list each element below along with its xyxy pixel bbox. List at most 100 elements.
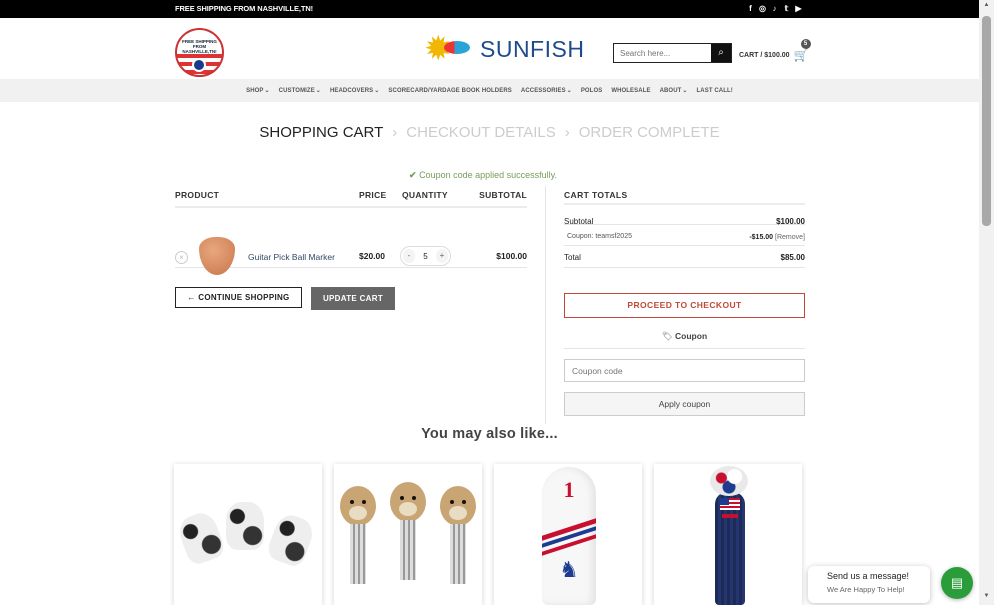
- free-shipping-badge-logo[interactable]: FREE SHIPPING FROM NASHVILLE,TN!: [175, 28, 224, 77]
- nav-item-wholesale[interactable]: WHOLESALE: [611, 88, 650, 94]
- tiktok-icon[interactable]: ♪: [770, 3, 779, 14]
- nav-item-accessories[interactable]: ACCESSORIES: [521, 88, 566, 94]
- scrollbar-thumb[interactable]: [982, 16, 991, 226]
- related-product-card[interactable]: [334, 464, 482, 605]
- related-product-card[interactable]: [174, 464, 322, 605]
- step-separator: ›: [392, 124, 398, 141]
- total-line: Total $85.00: [564, 246, 805, 268]
- proceed-to-checkout-button[interactable]: PROCEED TO CHECKOUT: [564, 293, 805, 318]
- scroll-down-arrow[interactable]: ▼: [982, 593, 991, 603]
- cow-headcover-image: [264, 510, 318, 570]
- apply-coupon-button[interactable]: Apply coupon: [564, 392, 805, 416]
- header-cart[interactable]: CART / $100.00 🛒 5: [739, 39, 811, 62]
- coupon-success-text: Coupon code applied successfully.: [419, 170, 557, 180]
- total-value: $85.00: [780, 253, 805, 262]
- subtotal-line: Subtotal $100.00: [564, 205, 805, 226]
- step-order-complete: ORDER COMPLETE: [578, 124, 720, 141]
- chevron-down-icon: ⌄: [264, 88, 270, 94]
- step-separator: ›: [564, 124, 570, 141]
- chat-prompt[interactable]: Send us a message! We Are Happy To Help!: [808, 566, 930, 603]
- chevron-down-icon: ⌄: [566, 88, 572, 94]
- nav-item-scorecard-yardage-book-holders[interactable]: SCORECARD/YARDAGE BOOK HOLDERS: [388, 88, 511, 94]
- update-cart-button[interactable]: UPDATE CART: [311, 287, 395, 310]
- main-navigation: SHOP ⌄ CUSTOMIZE ⌄ HEADCOVERS ⌄ SCORECARD/YARD…: [0, 79, 979, 102]
- donkey-driver-headcover-image: 1 ♞: [542, 467, 596, 605]
- nav-item-customize[interactable]: CUSTOMIZE: [279, 88, 315, 94]
- usa-flag-icon: [720, 498, 740, 510]
- sunfish-logo[interactable]: ✹ SUNFISH: [424, 29, 584, 69]
- product-price: $20.00: [359, 251, 385, 261]
- pom-pom: [710, 466, 748, 496]
- bear-headcover-image: [390, 482, 426, 580]
- quantity-plus-button[interactable]: +: [435, 249, 448, 263]
- cart-totals-title: CART TOTALS: [564, 188, 805, 205]
- free-shipping-text: FREE SHIPPING FROM NASHVILLE,TN!: [175, 4, 314, 13]
- cart-table: PRODUCT PRICE QUANTITY SUBTOTAL × Guitar…: [175, 188, 527, 275]
- badge-text: FREE SHIPPING FROM NASHVILLE,TN!: [182, 39, 217, 54]
- chevron-down-icon: ⌄: [315, 88, 321, 94]
- related-product-card[interactable]: 1 ♞: [494, 464, 642, 605]
- bear-headcover-image: [440, 486, 476, 584]
- remove-item-button[interactable]: ×: [175, 251, 188, 264]
- top-announcement-bar: FREE SHIPPING FROM NASHVILLE,TN! f ◎ ♪ 𝕥…: [0, 0, 979, 18]
- cart-label: CART / $100.00: [739, 51, 790, 59]
- instagram-icon[interactable]: ◎: [758, 3, 767, 14]
- chat-bubble-icon: ▤: [950, 575, 964, 590]
- coupon-discount-value: -$15.00: [749, 234, 774, 241]
- total-label: Total: [564, 253, 581, 262]
- chat-launcher-button[interactable]: ▤: [941, 567, 973, 599]
- page-scrollbar[interactable]: ▲ ▼: [979, 0, 994, 605]
- quantity-minus-button[interactable]: -: [403, 249, 415, 263]
- related-product-card[interactable]: [654, 464, 802, 605]
- cart-totals: CART TOTALS Subtotal $100.00 Coupon: tea…: [564, 188, 805, 268]
- chat-subtitle: We Are Happy To Help!: [827, 585, 905, 594]
- cart-table-header: PRODUCT PRICE QUANTITY SUBTOTAL: [175, 188, 527, 208]
- header-price: PRICE: [359, 190, 387, 200]
- fish-icon: [444, 41, 470, 54]
- tennessee-star-icon: [192, 58, 206, 72]
- product-subtotal: $100.00: [496, 251, 527, 261]
- coupon-remove-link[interactable]: [Remove]: [775, 234, 805, 241]
- scroll-up-arrow[interactable]: ▲: [982, 2, 991, 12]
- tag-icon: 🏷: [661, 331, 673, 341]
- search-button[interactable]: ⌕: [711, 44, 731, 62]
- related-products-heading: You may also like...: [421, 426, 558, 442]
- cow-headcover-image: [226, 502, 264, 550]
- facebook-icon[interactable]: f: [746, 3, 755, 14]
- nav-item-shop[interactable]: SHOP: [246, 88, 263, 94]
- twitter-icon[interactable]: 𝕥: [782, 3, 791, 14]
- nav-item-about[interactable]: ABOUT: [660, 88, 682, 94]
- youtube-icon[interactable]: ▶: [794, 3, 803, 14]
- bear-headcover-image: [340, 486, 376, 584]
- checkout-steps: SHOPPING CART › CHECKOUT DETAILS › ORDER…: [0, 124, 979, 141]
- nav-item-polos[interactable]: POLOS: [581, 88, 603, 94]
- logo-wordmark: SUNFISH: [480, 36, 585, 62]
- chat-title: Send us a message!: [827, 571, 910, 581]
- search-input[interactable]: [614, 44, 711, 62]
- label-patch: [722, 514, 738, 518]
- step-shopping-cart[interactable]: SHOPPING CART: [259, 124, 383, 141]
- product-name-link[interactable]: Guitar Pick Ball Marker: [248, 252, 335, 262]
- quantity-value[interactable]: 5: [423, 252, 427, 261]
- nav-item-last-call[interactable]: LAST CALL!: [697, 88, 733, 94]
- column-divider: [545, 186, 546, 424]
- search-icon: ⌕: [718, 47, 724, 58]
- product-thumbnail[interactable]: [199, 237, 235, 275]
- coupon-heading-text: Coupon: [675, 331, 708, 341]
- header-subtotal: SUBTOTAL: [479, 190, 527, 200]
- chevron-down-icon: ⌄: [682, 88, 688, 94]
- coupon-discount: -$15.00 [Remove]: [749, 234, 805, 241]
- cart-bag-icon: 🛒 5: [794, 39, 811, 62]
- continue-shopping-button[interactable]: ← CONTINUE SHOPPING: [175, 287, 302, 308]
- cart-count-badge: 5: [800, 39, 811, 49]
- coupon-code-input[interactable]: [564, 359, 805, 382]
- coupon-applied-label: Coupon: teamsf2025: [567, 233, 632, 240]
- cow-headcover-image: [174, 508, 228, 568]
- donkey-icon: ♞: [559, 557, 579, 582]
- quantity-stepper: - 5 +: [400, 246, 451, 266]
- search-form: ⌕: [613, 43, 732, 63]
- chevron-down-icon: ⌄: [374, 88, 380, 94]
- nav-item-headcovers[interactable]: HEADCOVERS: [330, 88, 373, 94]
- coupon-line: Coupon: teamsf2025 -$15.00 [Remove]: [564, 225, 805, 246]
- step-checkout-details[interactable]: CHECKOUT DETAILS: [406, 124, 555, 141]
